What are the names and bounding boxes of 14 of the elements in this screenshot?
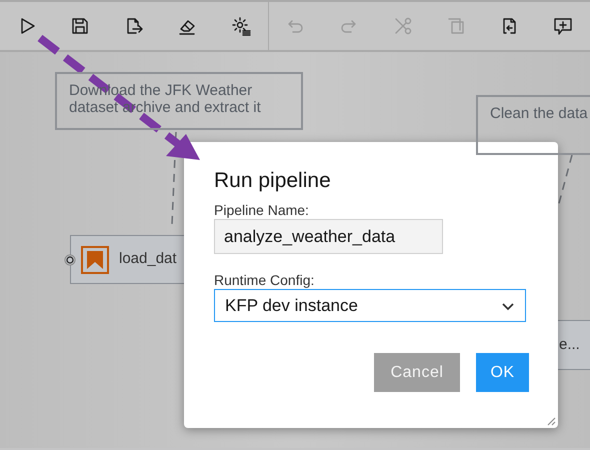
copy-icon [446, 16, 466, 36]
add-comment-icon [553, 16, 574, 36]
save-icon [70, 16, 90, 36]
pipeline-name-field[interactable]: analyze_weather_data [214, 219, 443, 254]
node-label: e... [559, 334, 580, 355]
resize-handle[interactable] [547, 417, 556, 426]
port-icon[interactable] [64, 254, 76, 266]
bookmark-icon [81, 246, 109, 274]
node-label: load_dat [119, 249, 177, 270]
runtime-select[interactable]: KFP dev instance [214, 289, 526, 322]
cut-icon [392, 16, 413, 36]
field-label: Runtime Config: [214, 271, 316, 290]
dialog-title: Run pipeline [214, 168, 332, 194]
field-label: Pipeline Name: [214, 201, 310, 220]
